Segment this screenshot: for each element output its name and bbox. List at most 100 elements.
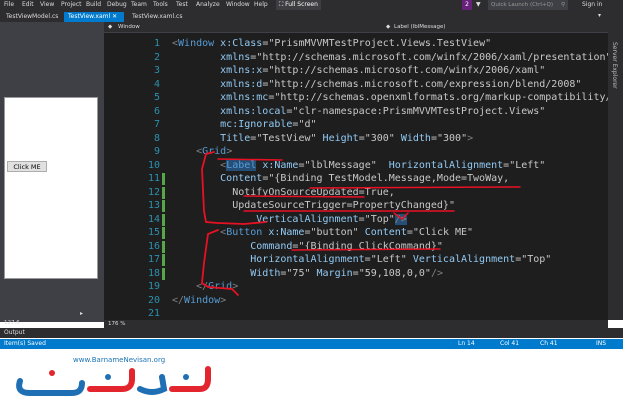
code-line[interactable]: 20 </Window>	[104, 294, 608, 308]
code-token: <	[172, 159, 227, 171]
zoom-dropdown[interactable]: 176 %	[108, 321, 125, 327]
code-line[interactable]: 7 mc:Ignorable="d"	[104, 118, 608, 132]
element-dropdown-right[interactable]: Label (lblMessage)	[394, 24, 446, 30]
code-token: Button	[226, 227, 263, 238]
code-line[interactable]: 14 VerticalAlignment="Top"/>	[104, 213, 608, 227]
sign-in-link[interactable]: Sign in	[582, 1, 602, 8]
menu-view[interactable]: View	[40, 1, 54, 8]
output-tab[interactable]: Output	[0, 328, 623, 338]
filter-icon[interactable]: ▼	[476, 1, 481, 8]
line-number: 19	[147, 281, 160, 292]
code-token: Content	[358, 227, 407, 238]
line-number: 11	[147, 173, 160, 184]
code-token: "Left"	[370, 254, 407, 265]
code-line[interactable]: 1 <Window x:Class="PrismMVVMTestProject.V…	[104, 37, 608, 51]
code-line[interactable]: 17 HorizontalAlignment="Left" VerticalAl…	[104, 253, 608, 267]
code-text: xmlns:d="http://schemas.microsoft.com/ex…	[172, 78, 581, 92]
code-line[interactable]: 5 xmlns:mc="http://schemas.openxmlformat…	[104, 91, 608, 105]
menu-debug[interactable]: Debug	[107, 1, 127, 8]
menu-file[interactable]: File	[4, 1, 14, 8]
code-line[interactable]: 19 </Grid>	[104, 280, 608, 294]
menu-build[interactable]: Build	[86, 1, 101, 8]
tab-dropdown-icon[interactable]: ▾	[598, 12, 601, 19]
line-number: 10	[147, 159, 160, 171]
code-token: "300"	[436, 132, 468, 144]
menu-tools[interactable]: Tools	[153, 1, 168, 8]
code-token: </	[172, 281, 209, 292]
menu-project[interactable]: Project	[61, 1, 82, 8]
code-line[interactable]: 15 <Button x:Name="button" Content="Clic…	[104, 226, 608, 240]
code-token: >	[232, 281, 239, 292]
code-line[interactable]: 9 <Grid>	[104, 145, 608, 159]
change-marker	[162, 267, 165, 280]
code-line[interactable]: 12 NotifyOnSourceUpdated=True,	[104, 186, 608, 200]
code-line[interactable]: 2 xmlns="http://schemas.microsoft.com/wi…	[104, 51, 608, 65]
line-number: 20	[147, 294, 160, 306]
code-line[interactable]: 3 xmlns:x="http://schemas.microsoft.com/…	[104, 64, 608, 78]
line-number: 13	[147, 200, 160, 211]
code-line[interactable]: 10 <Label x:Name="lblMessage" Horizontal…	[104, 159, 608, 173]
menu-test[interactable]: Test	[176, 1, 188, 8]
quick-launch-placeholder: Quick Launch (Ctrl+Q)	[491, 2, 553, 8]
design-click-me-button[interactable]: Click ME	[7, 161, 47, 172]
code-line[interactable]: 8 Title="TestView" Height="300" Width="3…	[104, 132, 608, 146]
element-dropdown-left[interactable]: Window	[118, 24, 140, 30]
code-token: xmlns:local	[172, 105, 287, 117]
line-number: 21	[147, 308, 160, 319]
tab-testview-xaml-cs[interactable]: TestView.xaml.cs	[128, 12, 186, 22]
code-token: <	[172, 227, 227, 238]
code-line[interactable]: 16 Command="{Binding ClickCommand}"	[104, 240, 608, 254]
tab-testviewmodel-cs[interactable]: TestViewModel.cs	[2, 12, 62, 22]
line-number: 12	[147, 186, 160, 198]
code-text: Command="{Binding ClickCommand}"	[172, 240, 443, 254]
code-token: <	[172, 146, 203, 157]
close-icon[interactable]: ✕	[112, 13, 117, 20]
code-token: xmlns:d	[172, 78, 263, 90]
menu-analyze[interactable]: Analyze	[196, 1, 220, 8]
code-text: </Grid>	[172, 280, 238, 294]
designer-zoom-dropdown[interactable]: 127.6	[4, 320, 20, 326]
change-marker	[162, 200, 165, 212]
server-explorer-panel[interactable]: Server Explorer	[608, 22, 623, 320]
code-text: <Grid>	[172, 145, 232, 159]
code-token: "Top"	[521, 254, 552, 265]
code-token: "75"	[286, 267, 311, 279]
code-token: "{Binding TestModel.Message,Mode=TwoWay,	[268, 173, 510, 184]
code-token: "http://schemas.openxmlformats.org/marku…	[274, 92, 608, 103]
search-icon: ⚲	[560, 2, 565, 8]
watermark-logo: www.BarnameNevisan.org	[0, 349, 623, 400]
xaml-code-editor[interactable]: 1 <Window x:Class="PrismMVVMTestProject.V…	[104, 33, 608, 320]
code-line[interactable]: 4 xmlns:d="http://schemas.microsoft.com/…	[104, 78, 608, 92]
line-number: 2	[153, 51, 160, 63]
code-token: "TestView"	[256, 132, 317, 144]
full-screen-button[interactable]: ⛶ Full Screen	[276, 0, 321, 10]
code-line[interactable]: 21	[104, 307, 608, 320]
code-token: VerticalAlignment	[406, 254, 516, 265]
code-token: "http://schemas.microsoft.com/winfx/2006…	[256, 51, 608, 63]
menu-bar: File Edit View Project Build Debug Team …	[0, 0, 623, 10]
menu-edit[interactable]: Edit	[22, 1, 34, 8]
line-number: 15	[147, 227, 160, 238]
tab-testview-xaml[interactable]: TestView.xaml ✕	[64, 12, 124, 22]
element-icon: ◆	[108, 24, 113, 30]
change-marker	[162, 173, 165, 185]
code-line[interactable]: 13 UpdateSourceTrigger=PropertyChanged}"	[104, 199, 608, 213]
fullscreen-icon: ⛶	[279, 1, 284, 8]
line-number: 3	[153, 65, 160, 76]
code-line[interactable]: 18 Width="75" Margin="59,108,0,0"/>	[104, 267, 608, 281]
quick-launch-input[interactable]: Quick Launch (Ctrl+Q) ⚲	[488, 0, 568, 10]
scroll-arrow-icon[interactable]: ▸	[80, 310, 83, 317]
code-line[interactable]: 11 Content="{Binding TestModel.Message,M…	[104, 172, 608, 186]
code-token: "Click ME"	[412, 227, 474, 238]
menu-window[interactable]: Window	[226, 1, 250, 8]
server-explorer-label: Server Explorer	[611, 42, 618, 89]
code-token: "300"	[364, 132, 395, 144]
menu-team[interactable]: Team	[131, 1, 147, 8]
menu-help[interactable]: Help	[254, 1, 268, 8]
change-marker	[162, 227, 165, 239]
code-text: Width="75" Margin="59,108,0,0"/>	[172, 267, 443, 281]
code-token: xmlns:mc	[172, 92, 269, 103]
code-token: Margin	[310, 267, 353, 279]
notification-flag-icon[interactable]: 2	[462, 0, 472, 10]
code-line[interactable]: 6 xmlns:local="clr-namespace:PrismMVVMTe…	[104, 105, 608, 119]
